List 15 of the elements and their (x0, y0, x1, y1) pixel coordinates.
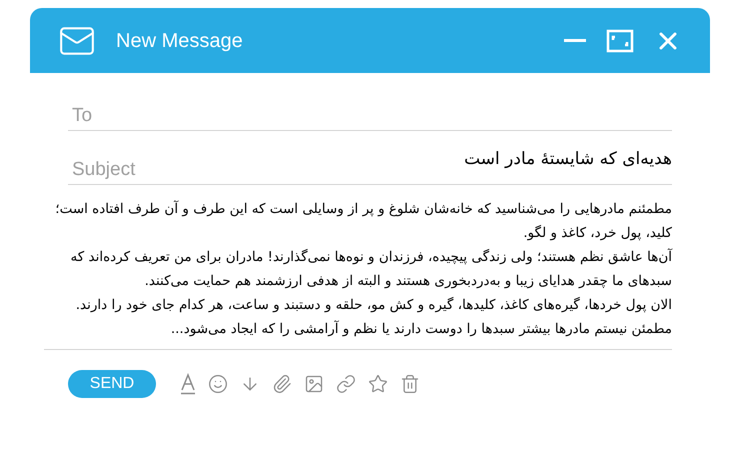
trash-icon[interactable] (400, 374, 420, 394)
image-icon[interactable] (304, 374, 324, 394)
paperclip-icon[interactable] (272, 374, 292, 394)
subject-value: هدیه‌ای که شایستهٔ مادر است (464, 148, 672, 171)
message-body[interactable]: مطمئنم مادرهایی را می‌شناسید که خانه‌شان شلوغ و پر از وسایلی است که این طرف و آن طرف افتاده است؛ کلید، پول خرد، کاغذ و لگو. آن‌ها عاشق نظم هستند؛ ولی زندگی پیچیده، فرزندان و نوه‌ها نمی‌گذارند! مادران برای من تعریف کرده‌اند که سبدهای ما چقدر هدایای زیبا و به‌دردبخوری هستند و البته از هدفی ارزشمند هم حمایت می‌کنند. الان پول خردها، گیره‌های کاغذ، کلیدها، گیره و کش مو، حلقه و دستبند و ساعت، هر کدام جای خود را دارند. مطمئن نیستم مادرها بیشتر سبدها را دوست دارند یا نظم و آرامشی را که ایجاد می‌شود... (44, 197, 672, 350)
fullscreen-button[interactable] (606, 28, 634, 52)
subject-field[interactable]: Subject (68, 156, 268, 184)
star-icon[interactable] (368, 374, 388, 394)
fullscreen-icon (606, 28, 634, 52)
minimize-icon (564, 39, 586, 42)
smile-icon[interactable] (208, 374, 228, 394)
to-field[interactable]: To (68, 102, 672, 130)
text-format-icon[interactable] (180, 373, 196, 395)
link-icon[interactable] (336, 374, 356, 394)
window-title: New Message (116, 28, 243, 54)
